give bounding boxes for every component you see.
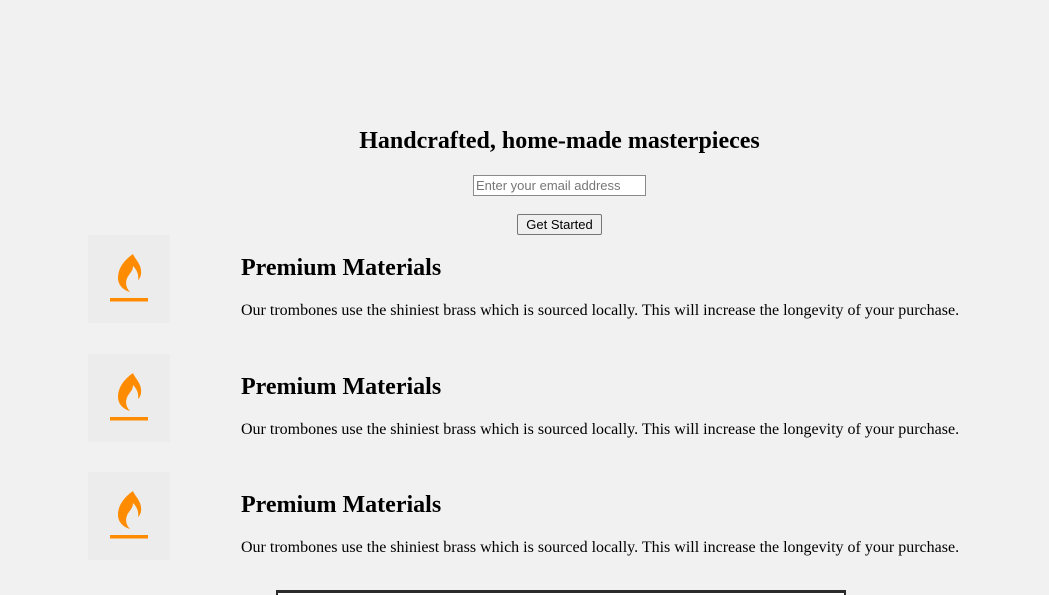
flame-icon — [110, 254, 148, 302]
feature-item: Premium Materials Our trombones use the … — [0, 235, 1049, 325]
feature-description: Our trombones use the shiniest brass whi… — [241, 539, 960, 556]
feature-description: Our trombones use the shiniest brass whi… — [241, 421, 960, 438]
feature-icon-box — [88, 235, 170, 323]
feature-item: Premium Materials Our trombones use the … — [0, 354, 1049, 444]
video-embed[interactable] — [276, 590, 846, 595]
feature-icon-box — [88, 354, 170, 442]
feature-title: Premium Materials — [241, 492, 442, 518]
feature-icon-box — [88, 472, 170, 560]
email-input[interactable] — [473, 175, 646, 196]
flame-icon — [110, 373, 148, 421]
feature-title: Premium Materials — [241, 374, 442, 400]
feature-item: Premium Materials Our trombones use the … — [0, 472, 1049, 562]
page: Handcrafted, home-made masterpieces Get … — [0, 0, 1049, 595]
feature-description: Our trombones use the shiniest brass whi… — [241, 302, 960, 319]
hero-title: Handcrafted, home-made masterpieces — [359, 128, 760, 154]
feature-title: Premium Materials — [241, 255, 442, 281]
flame-icon — [110, 491, 148, 539]
get-started-button[interactable]: Get Started — [517, 214, 602, 235]
